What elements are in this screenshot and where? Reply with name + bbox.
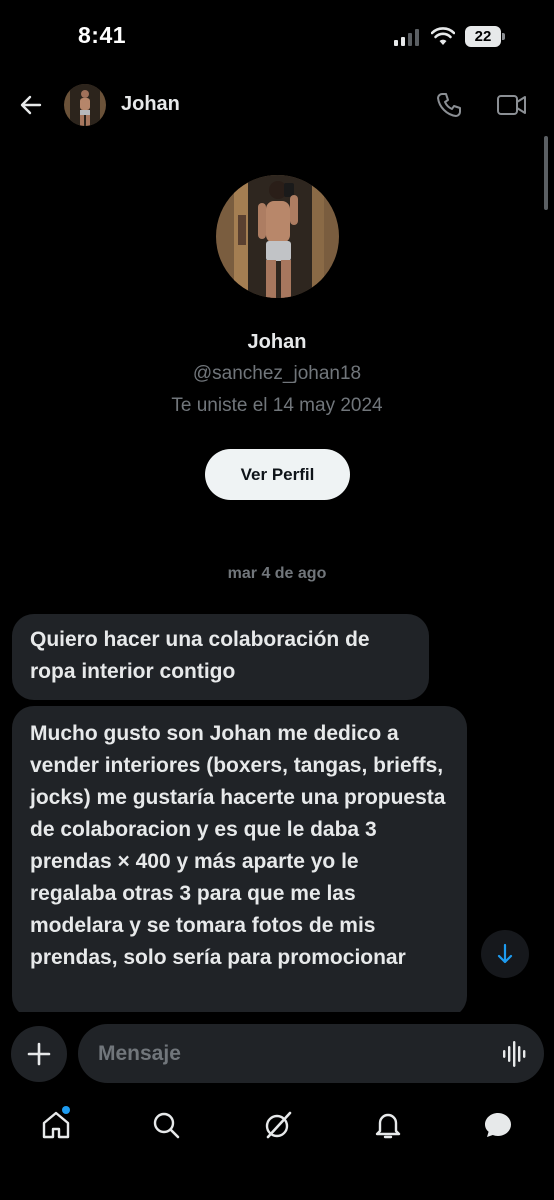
status-bar: 8:41 22 bbox=[0, 0, 554, 76]
profile-handle: @sanchez_johan18 bbox=[192, 363, 362, 384]
back-arrow-icon[interactable] bbox=[16, 90, 46, 120]
grok-icon[interactable] bbox=[262, 1109, 294, 1141]
voice-message-icon[interactable] bbox=[502, 1040, 528, 1068]
status-time: 8:41 bbox=[78, 22, 127, 48]
messages-icon[interactable] bbox=[482, 1109, 514, 1141]
conversation-header: Johan bbox=[0, 76, 554, 136]
bottom-navigation bbox=[0, 1095, 554, 1155]
message-input[interactable] bbox=[78, 1024, 544, 1083]
plus-icon bbox=[27, 1042, 51, 1066]
arrow-down-icon bbox=[497, 943, 513, 964]
message-bubble[interactable]: Mucho gusto son Johan me dedico a vender… bbox=[12, 706, 467, 1018]
profile-name: Johan bbox=[247, 331, 307, 353]
battery-level: 22 bbox=[465, 26, 501, 47]
profile-joined-date: Te uniste el 14 may 2024 bbox=[171, 395, 383, 416]
cellular-signal-icon bbox=[394, 29, 420, 46]
notifications-bell-icon[interactable] bbox=[372, 1109, 404, 1141]
contact-name[interactable]: Johan bbox=[121, 93, 180, 116]
message-bubble[interactable]: Quiero hacer una colaboración de ropa in… bbox=[12, 614, 429, 700]
phone-icon[interactable] bbox=[435, 91, 463, 119]
date-separator: mar 4 de ago bbox=[227, 565, 327, 582]
video-camera-icon[interactable] bbox=[496, 92, 528, 118]
add-attachment-button[interactable] bbox=[11, 1026, 67, 1082]
avatar[interactable] bbox=[64, 84, 106, 126]
scrollbar[interactable] bbox=[544, 136, 548, 210]
view-profile-button[interactable]: Ver Perfil bbox=[205, 449, 350, 500]
scroll-to-bottom-button[interactable] bbox=[481, 930, 529, 978]
profile-avatar[interactable] bbox=[216, 175, 339, 298]
search-icon[interactable] bbox=[150, 1109, 182, 1141]
notification-dot bbox=[62, 1106, 70, 1114]
wifi-icon bbox=[431, 27, 455, 45]
battery-icon: 22 bbox=[465, 26, 505, 47]
